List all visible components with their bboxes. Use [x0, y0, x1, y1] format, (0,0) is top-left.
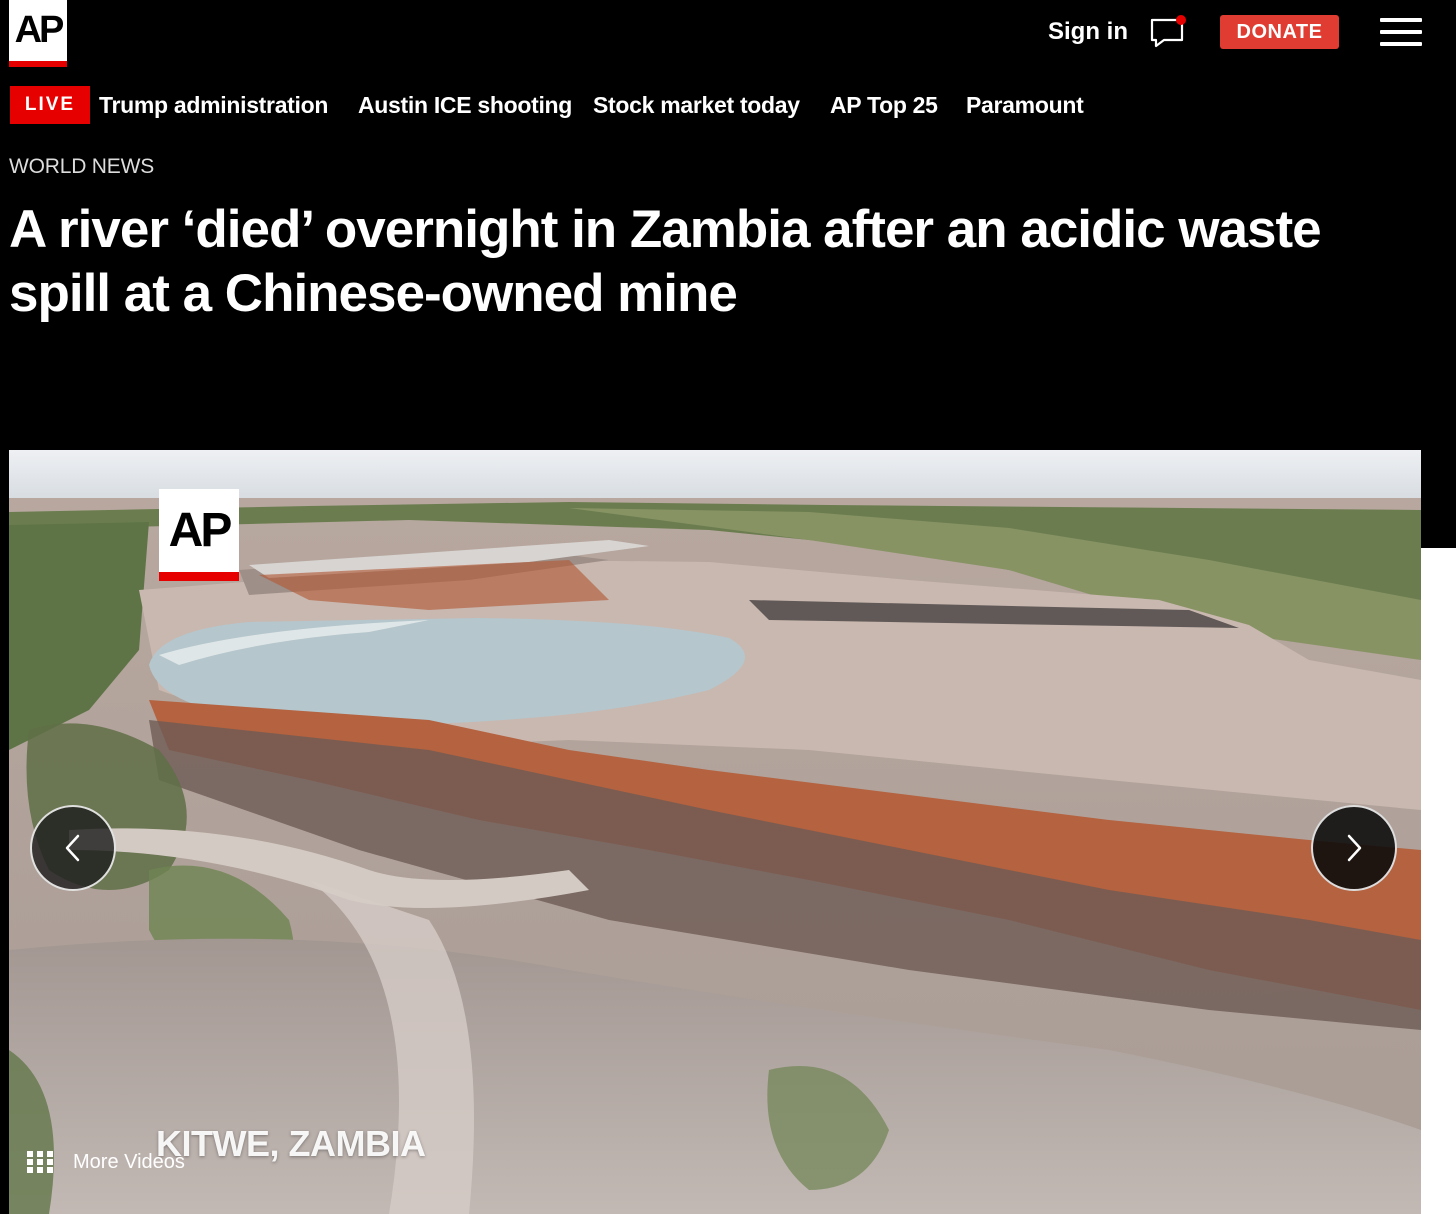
ap-watermark: AP [159, 489, 239, 581]
chevron-left-icon [65, 834, 80, 862]
next-video-button[interactable] [1311, 805, 1397, 891]
trending-link[interactable]: Trump administration [99, 87, 328, 123]
sign-in-link[interactable]: Sign in [1048, 14, 1128, 50]
ap-logo[interactable]: AP [9, 0, 67, 67]
video-player[interactable]: AP KITWE, ZAMBIA More Videos [9, 377, 1421, 1214]
menu-icon[interactable] [1380, 18, 1422, 46]
notification-dot [1176, 15, 1186, 25]
trending-link[interactable]: Austin ICE shooting [358, 87, 572, 123]
ap-watermark-text: AP [168, 504, 233, 557]
chat-bubble-icon[interactable] [1148, 14, 1188, 48]
ap-logo-text: AP [14, 9, 65, 51]
page-background-strip [1421, 548, 1456, 1214]
previous-video-button[interactable] [30, 805, 116, 891]
grid-icon [27, 1151, 55, 1173]
trending-link[interactable]: Paramount [966, 87, 1084, 123]
article-headline: A river ‘died’ overnight in Zambia after… [9, 200, 1322, 323]
trending-link[interactable]: AP Top 25 [830, 87, 938, 123]
live-badge[interactable]: LIVE [10, 86, 90, 124]
more-videos-label: More Videos [73, 1151, 185, 1173]
section-label[interactable]: WORLD NEWS [9, 153, 154, 181]
more-videos-button[interactable]: More Videos [27, 1149, 185, 1175]
trending-link[interactable]: Stock market today [593, 87, 800, 123]
donate-button[interactable]: DONATE [1220, 15, 1339, 49]
chevron-right-icon [1347, 834, 1362, 862]
video-location-caption: KITWE, ZAMBIA [156, 1123, 426, 1164]
